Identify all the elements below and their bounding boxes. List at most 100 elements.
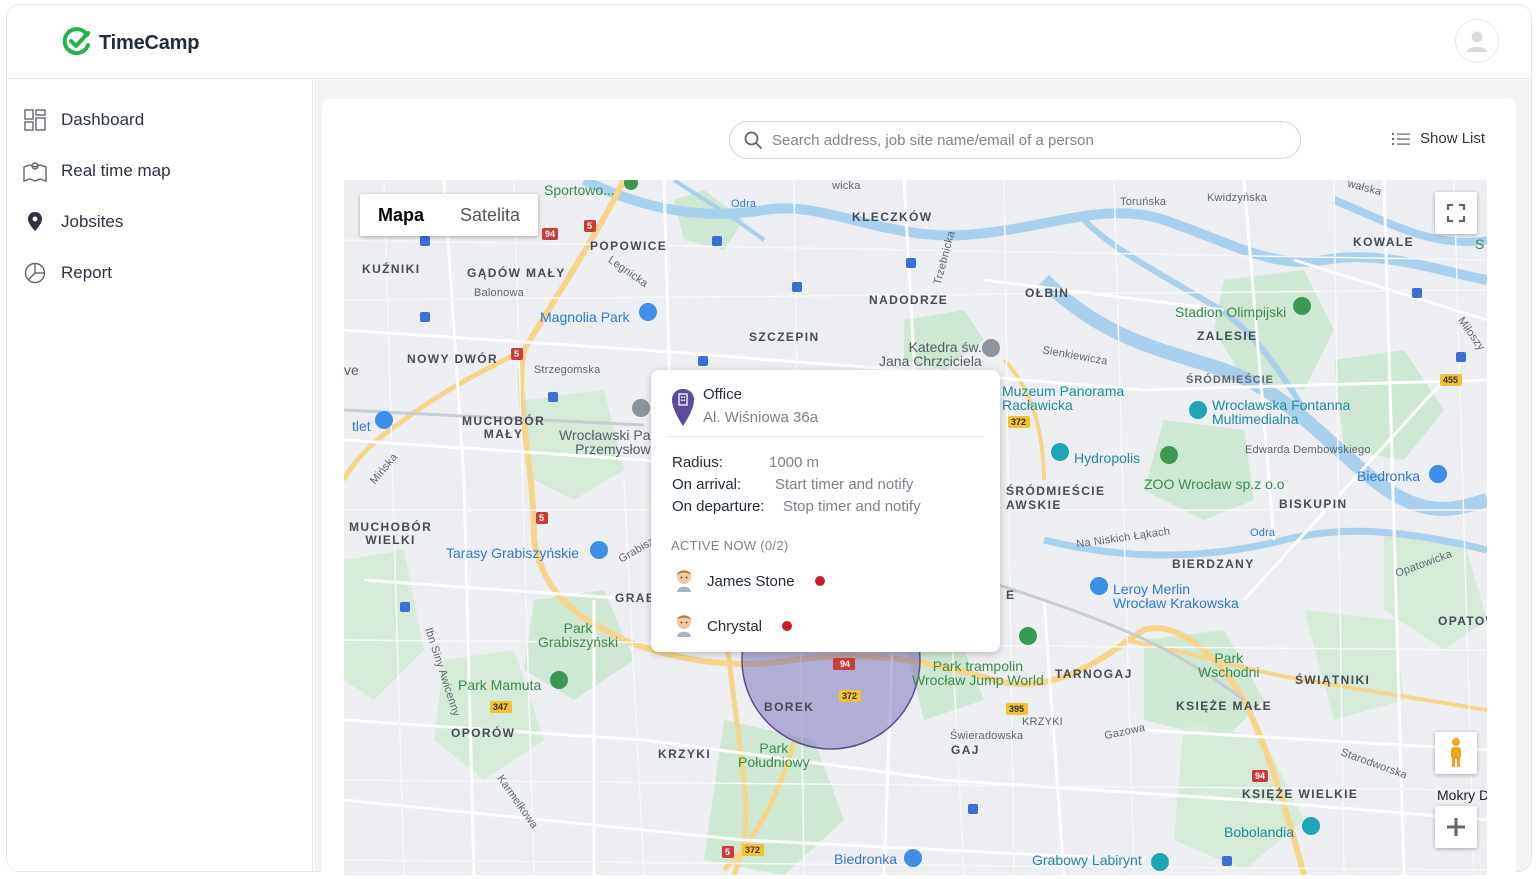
person-name: Chrystal	[707, 617, 763, 635]
fullscreen-button[interactable]	[1435, 192, 1477, 234]
search-input[interactable]	[772, 131, 1272, 149]
pie-chart-icon	[23, 261, 47, 285]
map-label: KRZYKI	[658, 747, 712, 761]
svg-text:94: 94	[1255, 771, 1265, 781]
map-label: Biedronka	[834, 851, 898, 867]
show-list-button[interactable]: Show List	[1392, 130, 1485, 147]
search-box[interactable]	[729, 121, 1301, 159]
radius-label: Radius:	[672, 454, 723, 471]
plus-icon	[1447, 818, 1465, 836]
arrival-row: On arrival: Start timer and notify	[672, 476, 913, 493]
map-label: Odra	[1250, 527, 1276, 539]
person-name: James Stone	[707, 572, 795, 590]
jobsite-info-popup: Office Al. Wiśniowa 36a Radius: 1000 m O…	[651, 370, 1000, 652]
arrival-label: On arrival:	[672, 476, 742, 493]
map-label: SZCZEPIN	[749, 330, 820, 344]
map-label: OPORÓW	[451, 726, 516, 740]
map-label: Mokry D	[1437, 787, 1487, 803]
svg-text:5: 5	[587, 221, 592, 231]
map-label: BISKUPIN	[1279, 497, 1348, 511]
map-label: ŚWIĄTNIKI	[1295, 673, 1371, 687]
app-name: TimeCamp	[99, 32, 200, 54]
map-label: NADODRZE	[869, 293, 949, 307]
svg-text:455: 455	[1443, 375, 1458, 385]
map-label: KUŹNIKI	[362, 262, 421, 276]
svg-text:372: 372	[1011, 417, 1026, 427]
map-label: ZALESIE	[1197, 329, 1258, 343]
app-logo[interactable]: TimeCamp	[61, 25, 199, 62]
map-label: KSIĘŻE WIELKIE	[1242, 787, 1359, 801]
person-avatar-icon	[673, 566, 695, 596]
map-label: GAJ	[951, 743, 980, 757]
map-label: Balonowa	[474, 287, 524, 299]
search-icon	[744, 131, 762, 149]
sidebar-item-dashboard[interactable]: Dashboard	[23, 108, 144, 132]
departure-value: Stop timer and notify	[783, 498, 921, 515]
svg-text:94: 94	[840, 659, 850, 669]
sidebar-item-label: Real time map	[61, 161, 171, 180]
map-label: KRZYKI	[1022, 716, 1063, 728]
map-label: Biedronka	[1357, 468, 1421, 484]
map-label: Bobolandia	[1224, 824, 1295, 840]
departure-row: On departure: Stop timer and notify	[672, 498, 921, 515]
location-pin-icon	[23, 210, 47, 234]
svg-text:5: 5	[514, 349, 519, 359]
map-label: wicka	[832, 180, 861, 192]
user-silhouette-icon	[1467, 31, 1487, 52]
sidebar-item-label: Jobsites	[61, 212, 124, 231]
map-label: ŚRÓDMIEŚCIE	[1006, 484, 1106, 498]
arrival-value: Start timer and notify	[775, 476, 914, 493]
fullscreen-icon	[1446, 203, 1466, 223]
person-row[interactable]: Chrystal	[673, 611, 793, 641]
jobsite-name: Office	[703, 386, 742, 403]
map-label: MUCHOBÓR MAŁY	[462, 414, 546, 441]
status-dot	[782, 621, 793, 631]
sidebar-item-label: Dashboard	[61, 110, 145, 129]
map-label: E	[1006, 588, 1016, 602]
map-label: Kwidzyńska	[1207, 192, 1268, 204]
divider	[667, 436, 984, 437]
map-label: Wrocławski Pa Przemysłow	[559, 427, 651, 457]
user-avatar[interactable]	[1455, 19, 1499, 63]
top-bar: TimeCamp	[7, 5, 1531, 79]
pegman-icon	[1451, 738, 1461, 767]
sidebar-item-real-time-map[interactable]: Real time map	[23, 159, 171, 183]
status-dot	[814, 576, 825, 586]
map-label: GĄDÓW MAŁY	[467, 266, 566, 280]
street-view-pegman-button[interactable]	[1435, 732, 1477, 774]
sidebar-item-report[interactable]: Report	[23, 261, 112, 285]
map-label: Leroy Merlin Wrocław Krakowska	[1113, 581, 1239, 611]
map-type-control: Mapa Satelita	[360, 194, 539, 236]
svg-text:5: 5	[725, 847, 730, 857]
map-label: S	[1475, 236, 1485, 252]
map-label: Tarasy Grabiszyńskie	[446, 545, 580, 561]
timecamp-logo-icon	[61, 25, 93, 62]
zoom-in-button[interactable]	[1435, 806, 1477, 848]
map-label: Park Wschodni	[1198, 650, 1260, 680]
map-label: Grabowy Labirynt	[1032, 852, 1142, 868]
map-label: Muzeum Panorama Racławicka	[1002, 383, 1125, 413]
map-label: OŁBIN	[1025, 286, 1070, 300]
map-label: ve	[344, 362, 359, 378]
map-type-map-button[interactable]: Mapa	[360, 194, 442, 236]
road-badge-94: 94	[545, 229, 555, 239]
show-list-label: Show List	[1420, 130, 1486, 147]
sidebar-item-jobsites[interactable]: Jobsites	[23, 210, 123, 234]
svg-text:347: 347	[493, 702, 508, 712]
map-label: Hydropolis	[1074, 450, 1141, 466]
map-type-satellite-button[interactable]: Satelita	[442, 194, 538, 236]
svg-text:372: 372	[842, 691, 857, 701]
map-label: Magnolia Park	[540, 309, 630, 325]
dashboard-grid-icon	[23, 108, 47, 132]
svg-text:395: 395	[1009, 704, 1024, 714]
person-row[interactable]: James Stone	[673, 566, 825, 596]
map-label: ZOO Wrocław sp.z o.o	[1144, 476, 1285, 492]
map-label: KLECZKÓW	[852, 210, 933, 224]
map-label: AWSKIE	[1006, 498, 1062, 512]
map-label: Stadion Olimpijski	[1175, 304, 1287, 320]
map-label: Park trampolin Wrocław Jump World	[912, 658, 1044, 688]
map-label: Park Grabiszyński	[538, 620, 619, 650]
sidebar: Dashboard Real time map Jobsites Report	[7, 80, 313, 871]
map-label: Park Południowy	[738, 740, 810, 770]
map-label: TARNOGAJ	[1055, 667, 1133, 681]
